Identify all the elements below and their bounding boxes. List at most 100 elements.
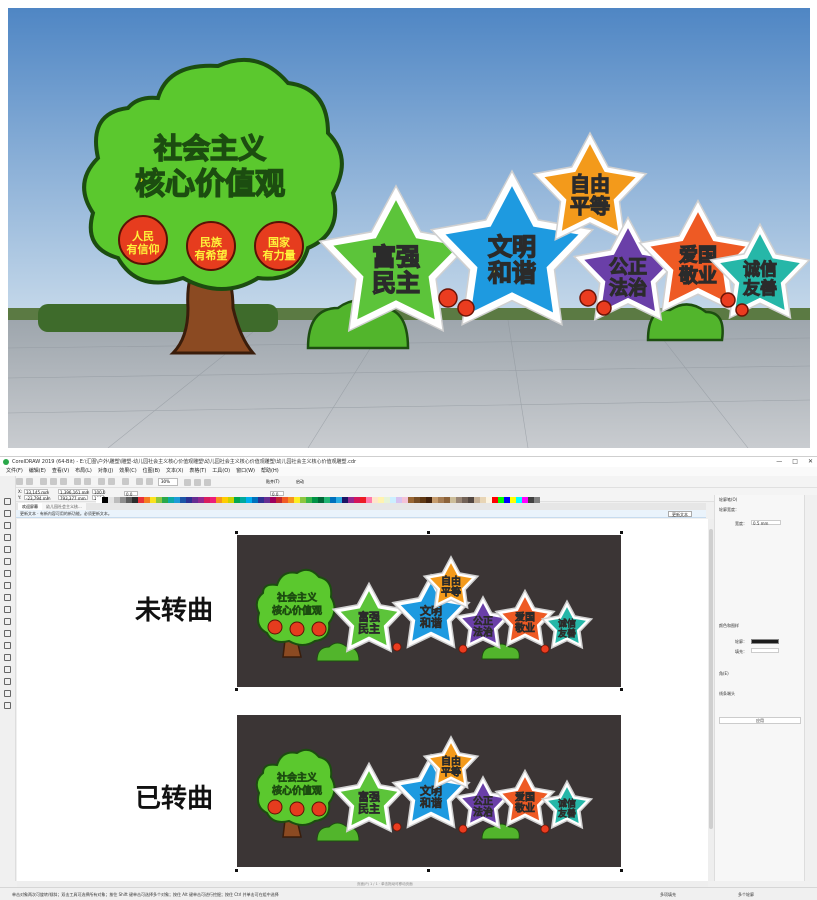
- transparency-tool-icon[interactable]: [4, 654, 11, 661]
- menu-object[interactable]: 对象(J): [98, 467, 113, 476]
- fill-field[interactable]: [751, 648, 779, 653]
- rotation-field[interactable]: 0.0: [124, 491, 138, 497]
- pan-icon[interactable]: [184, 479, 191, 486]
- copy-icon[interactable]: [50, 478, 57, 485]
- artboard-1-shrub: [481, 643, 520, 660]
- docker-tabs[interactable]: [804, 495, 817, 881]
- artwork-converted[interactable]: 社会主义 核心价值观 富强 民主 文明 和谐 自由 平等 公正 法治 爱国 敬业 诚信 友善: [237, 715, 621, 867]
- selection-handle[interactable]: [235, 869, 238, 872]
- smart-fill-tool-icon[interactable]: [4, 690, 11, 697]
- x-field[interactable]: 33,145 mm: [24, 489, 49, 495]
- render-star-3-line1: 自由: [570, 172, 610, 196]
- add-tool-icon[interactable]: [4, 702, 11, 709]
- apply-button-label: 应用: [756, 718, 764, 723]
- pick-tool-icon[interactable]: [4, 498, 11, 505]
- status-fill[interactable]: 多项填充: [660, 888, 676, 900]
- menu-text[interactable]: 文本(X): [166, 467, 183, 476]
- standard-toolbar: [0, 476, 817, 488]
- close-button[interactable]: ✕: [808, 457, 813, 467]
- menu-tools[interactable]: 工具(O): [212, 467, 230, 476]
- import-icon[interactable]: [98, 478, 105, 485]
- save-icon[interactable]: [26, 478, 33, 485]
- artboard-1-apple-2: [289, 621, 305, 637]
- interactive-fill-tool-icon[interactable]: [4, 678, 11, 685]
- rectangle-tool-icon[interactable]: [4, 570, 11, 577]
- update-text-button[interactable]: 更新文本: [668, 511, 692, 517]
- guidelines-icon[interactable]: [204, 479, 211, 486]
- snap-to-dropdown[interactable]: 贴齐(T): [266, 478, 294, 486]
- artboard-2-apple-1: [267, 799, 283, 815]
- eyedropper-tool-icon[interactable]: [4, 666, 11, 673]
- selection-handle[interactable]: [235, 688, 238, 691]
- artboard-1-star-1-line2: 民主: [358, 622, 380, 636]
- export-icon[interactable]: [108, 478, 115, 485]
- crop-tool-icon[interactable]: [4, 522, 11, 529]
- zoom-level-field[interactable]: 30%: [158, 478, 178, 486]
- grid-icon[interactable]: [194, 479, 201, 486]
- selection-handle[interactable]: [427, 531, 430, 534]
- menu-layout[interactable]: 布局(L): [75, 467, 92, 476]
- y-field[interactable]: -23,794 mm: [24, 495, 51, 501]
- ellipse-tool-icon[interactable]: [4, 582, 11, 589]
- menu-window[interactable]: 窗口(W): [236, 467, 255, 476]
- menu-view[interactable]: 查看(V): [52, 467, 69, 476]
- artboard-1-apple-3: [311, 621, 327, 637]
- menu-help[interactable]: 帮助(H): [261, 467, 279, 476]
- menu-edit[interactable]: 编辑(E): [29, 467, 46, 476]
- artboard-2-star-5-line1: 爱国: [515, 791, 535, 804]
- drop-shadow-tool-icon[interactable]: [4, 642, 11, 649]
- selection-handle[interactable]: [427, 869, 430, 872]
- scroll-thumb[interactable]: [709, 529, 713, 829]
- apply-button[interactable]: 应用: [719, 717, 801, 724]
- view-icon[interactable]: [146, 478, 153, 485]
- selection-handle[interactable]: [235, 531, 238, 534]
- status-outline[interactable]: 多个轮廓: [738, 888, 754, 900]
- launch-dropdown[interactable]: 启动: [296, 478, 316, 486]
- artboard-1-star-5-line1: 爱国: [515, 611, 535, 624]
- zoom-tool-icon[interactable]: [4, 534, 11, 541]
- tree-title-line1: 社会主义: [154, 132, 266, 165]
- maximize-button[interactable]: □: [792, 457, 798, 467]
- selection-handle[interactable]: [620, 531, 623, 534]
- artboard-2-star-5-line2: 敬业: [514, 802, 535, 815]
- menu-effects[interactable]: 效果(C): [119, 467, 136, 476]
- redo-icon[interactable]: [84, 478, 91, 485]
- artwork-unconverted[interactable]: 社会主义 核心价值观 富强 民主 文明 和谐 自由 平等 公正 法治 爱国 敬业 诚信 友善: [237, 535, 621, 687]
- paste-icon[interactable]: [60, 478, 67, 485]
- artboard-2-stars: 富强民主文明和谐自由平等公正法治爱国敬业 诚信友善: [331, 735, 594, 833]
- polygon-tool-icon[interactable]: [4, 594, 11, 601]
- menu-file[interactable]: 文件(F): [6, 467, 23, 476]
- artistic-media-tool-icon[interactable]: [4, 558, 11, 565]
- cut-icon[interactable]: [40, 478, 47, 485]
- height-field[interactable]: 793,377 mm: [58, 495, 88, 501]
- docker-width-field[interactable]: 0.5 mm: [751, 520, 781, 526]
- minimize-button[interactable]: —: [776, 457, 782, 467]
- drawing-canvas[interactable]: 未转曲 社会主义 核心价值观 富强 民主 文明 和谐 自由 平等 公正 法治 爱国 敬业 诚信 友善 已转…: [17, 519, 708, 881]
- artboard-1-star-1-line1: 富强: [358, 609, 380, 623]
- width-field[interactable]: 1,396,161 mm: [58, 489, 89, 495]
- connector-tool-icon[interactable]: [4, 630, 11, 637]
- selection-handle[interactable]: [620, 869, 623, 872]
- artboard-1-star-3-line2: 平等: [441, 586, 461, 599]
- render-star-5-line2: 敬业: [678, 264, 717, 287]
- freehand-tool-icon[interactable]: [4, 546, 11, 553]
- scale-x-field[interactable]: 100.0: [92, 489, 105, 495]
- undo-icon[interactable]: [74, 478, 81, 485]
- text-tool-icon[interactable]: [4, 606, 11, 613]
- artboard-2-star-1: 富强民主: [331, 761, 407, 833]
- open-icon[interactable]: [16, 478, 23, 485]
- rendering-scene: 社会主义 核心价值观 人民 有信仰 民族 有希望 国家 有力量 富强民主文明和谐…: [8, 8, 810, 448]
- selection-handle[interactable]: [620, 688, 623, 691]
- corners-section: 角(E): [719, 671, 729, 676]
- outline-width-field[interactable]: 0.0: [270, 491, 284, 497]
- parallel-dimension-tool-icon[interactable]: [4, 618, 11, 625]
- outline-color-swatch[interactable]: [751, 639, 779, 644]
- shape-tool-icon[interactable]: [4, 510, 11, 517]
- tab-document[interactable]: 幼儿园社会主义核...: [42, 503, 86, 510]
- fullscreen-icon[interactable]: [136, 478, 143, 485]
- tab-welcome[interactable]: 欢迎屏幕: [18, 503, 42, 510]
- menu-table[interactable]: 表格(T): [189, 467, 206, 476]
- menu-bitmaps[interactable]: 位图(B): [143, 467, 160, 476]
- publish-pdf-icon[interactable]: [122, 478, 129, 485]
- artboard-1-star-5-line2: 敬业: [514, 622, 535, 635]
